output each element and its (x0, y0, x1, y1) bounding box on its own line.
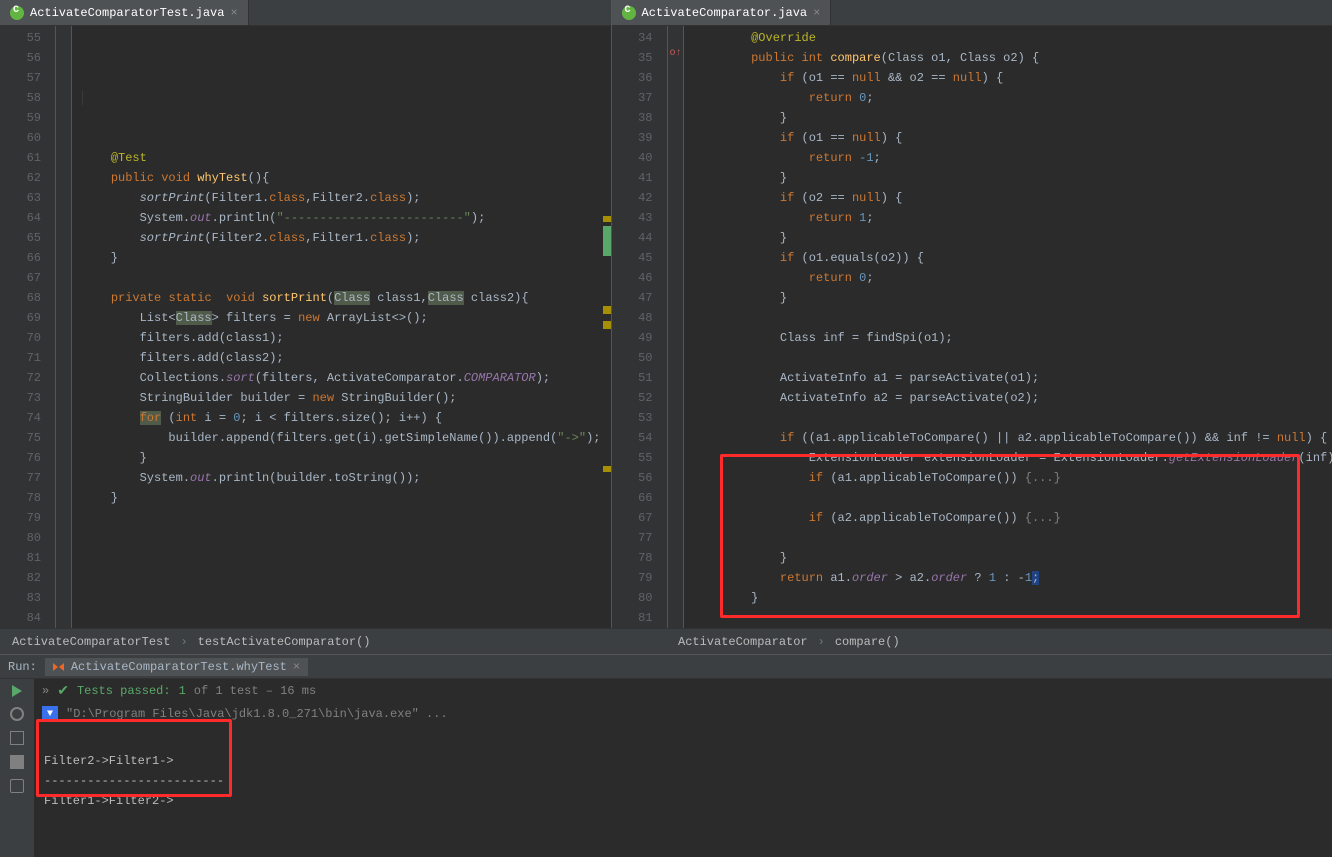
breadcrumb-class: ActivateComparator (678, 635, 808, 649)
left-breadcrumb[interactable]: ActivateComparatorTest › testActivateCom… (0, 628, 666, 654)
tab-right-file[interactable]: ActivateComparator.java × (612, 0, 832, 25)
rerun-icon[interactable] (12, 685, 22, 697)
check-icon: ✔ (57, 683, 69, 700)
command-bar: ▼ "D:\Program Files\Java\jdk1.8.0_271\bi… (34, 703, 1332, 725)
run-label: Run: (8, 660, 37, 674)
override-icon: o↑ (670, 48, 682, 59)
run-panel: Run: ActivateComparatorTest.whyTest × » … (0, 654, 1332, 857)
breadcrumb-class: ActivateComparatorTest (12, 635, 170, 649)
close-icon[interactable]: × (293, 660, 300, 674)
left-editor: ActivateComparatorTest.java × 55 56 57 5… (0, 0, 612, 628)
test-status-bar: » ✔ Tests passed: 1 of 1 test – 16 ms (34, 679, 1332, 703)
right-editor: ActivateComparator.java × 34 35 36 37 38… (612, 0, 1332, 628)
right-gutter-icons: o↑ (668, 26, 684, 628)
run-sidebar (0, 679, 34, 857)
right-breadcrumb[interactable]: ActivateComparator › compare() (666, 628, 1332, 654)
run-console: » ✔ Tests passed: 1 of 1 test – 16 ms ▼ … (34, 679, 1332, 857)
left-gutter: 55 56 57 58 59 60 61 62 63 64 65 66 67 6… (0, 26, 56, 628)
output-line: Filter2->Filter1-> (44, 754, 174, 768)
chevron-right-icon: › (818, 635, 825, 649)
tests-passed-count: 1 (179, 684, 186, 698)
console-output[interactable]: Filter2->Filter1-> ---------------------… (34, 725, 1332, 857)
test-icon (53, 661, 65, 673)
right-tabs: ActivateComparator.java × (612, 0, 1332, 26)
run-header: Run: ActivateComparatorTest.whyTest × (0, 655, 1332, 679)
output-line: Filter1->Filter2-> (44, 794, 174, 808)
tool-icon[interactable] (10, 779, 24, 793)
breadcrumb-method: compare() (835, 635, 900, 649)
run-tab[interactable]: ActivateComparatorTest.whyTest × (45, 658, 308, 676)
breadcrumb-method: testActivateComparator() (198, 635, 371, 649)
class-icon (622, 6, 636, 20)
scroll-down-icon[interactable]: ▼ (42, 706, 58, 722)
tool-icon[interactable] (10, 755, 24, 769)
right-code[interactable]: @Override public int compare(Class o1, C… (684, 26, 1332, 628)
command-text: "D:\Program Files\Java\jdk1.8.0_271\bin\… (66, 707, 448, 721)
tests-total: of 1 test – 16 ms (194, 684, 316, 698)
tab-left-file[interactable]: ActivateComparatorTest.java × (0, 0, 249, 25)
expand-icon[interactable]: » (42, 684, 49, 698)
close-icon[interactable]: × (230, 6, 237, 20)
close-icon[interactable]: × (813, 6, 820, 20)
output-line: ------------------------- (44, 774, 224, 788)
left-tabs: ActivateComparatorTest.java × (0, 0, 611, 26)
tab-label: ActivateComparatorTest.java (30, 6, 224, 20)
left-marker-column (601, 26, 611, 628)
debug-icon[interactable] (10, 707, 24, 721)
right-gutter: 34 35 36 37 38 39 40 41 42 43 44 45 46 4… (612, 26, 668, 628)
run-tab-label: ActivateComparatorTest.whyTest (71, 660, 287, 674)
chevron-right-icon: › (180, 635, 187, 649)
left-gutter-icons (56, 26, 72, 628)
tests-passed-label: Tests passed: (77, 684, 171, 698)
left-code[interactable]: @Test public void whyTest(){ sortPrint(F… (72, 26, 601, 628)
tool-icon[interactable] (10, 731, 24, 745)
tab-label: ActivateComparator.java (642, 6, 808, 20)
class-icon (10, 6, 24, 20)
